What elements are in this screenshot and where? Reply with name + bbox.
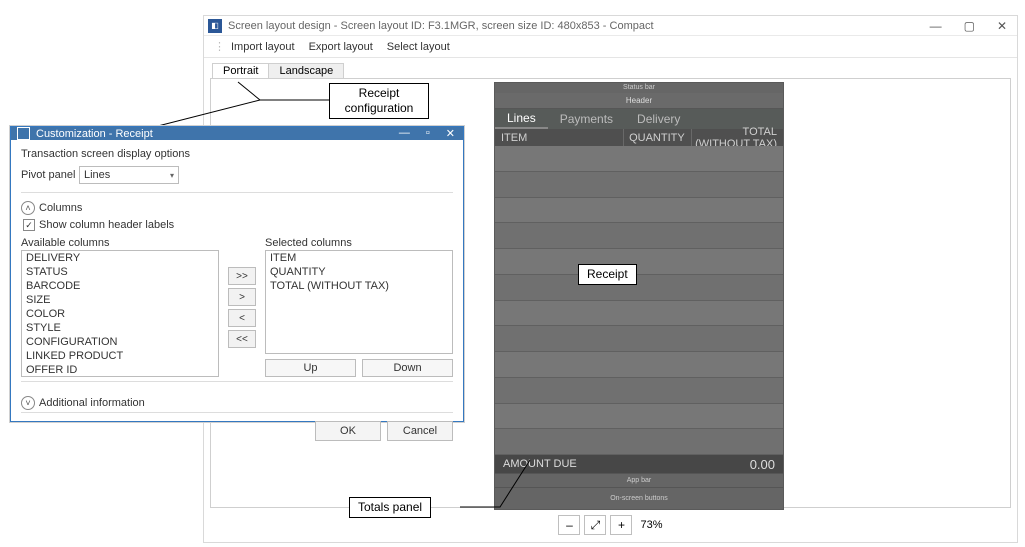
checkbox-icon: ✓ [23, 219, 35, 231]
list-item[interactable]: CONFIGURATION [22, 335, 218, 349]
preview-row [495, 326, 783, 352]
list-item[interactable]: STATUS [22, 265, 218, 279]
list-item[interactable]: ITEM [266, 251, 452, 265]
preview-rows [495, 146, 783, 455]
move-all-right-button[interactable]: >> [228, 267, 256, 285]
preview-row [495, 198, 783, 224]
preview-row [495, 223, 783, 249]
menu-export-layout[interactable]: Export layout [309, 41, 373, 53]
preview-row [495, 249, 783, 275]
dialog-close-button[interactable]: ✕ [446, 127, 455, 140]
dialog-minimize-button[interactable]: — [399, 127, 410, 140]
pivot-panel-label: Pivot panel [21, 169, 79, 181]
tab-portrait[interactable]: Portrait [212, 63, 269, 78]
zoom-controls: – ⤢ + 73% [210, 514, 1011, 536]
preview-column-headers: ITEM QUANTITY TOTAL (WITHOUT TAX) [495, 129, 783, 146]
minimize-button[interactable]: — [930, 20, 942, 32]
additional-information-header[interactable]: ˅ Additional information [21, 396, 453, 410]
preview-totals-panel: AMOUNT DUE 0.00 [495, 455, 783, 473]
titlebar: ◧ Screen layout design - Screen layout I… [204, 16, 1017, 36]
col-quantity: QUANTITY [623, 129, 691, 146]
preview-row [495, 429, 783, 455]
zoom-out-button[interactable]: – [558, 515, 580, 535]
list-item[interactable]: LINKED PRODUCT [22, 349, 218, 363]
list-item[interactable]: SIZE [22, 293, 218, 307]
dialog-subtitle: Transaction screen display options [21, 148, 453, 160]
preview-status-bar: Status bar [495, 83, 783, 93]
list-item[interactable]: QUANTITY [266, 265, 452, 279]
additional-information-label: Additional information [39, 397, 145, 409]
menu-select-layout[interactable]: Select layout [387, 41, 450, 53]
callout-totals-panel: Totals panel [349, 497, 431, 518]
list-item[interactable]: STYLE [22, 321, 218, 335]
selected-columns-list[interactable]: ITEM QUANTITY TOTAL (WITHOUT TAX) [265, 250, 453, 354]
list-item[interactable]: DELIVERY [22, 251, 218, 265]
preview-row [495, 301, 783, 327]
zoom-value: 73% [640, 519, 662, 531]
ok-button[interactable]: OK [315, 421, 381, 441]
chevron-down-icon: ▾ [170, 171, 174, 180]
dialog-titlebar: Customization - Receipt — ▫ ✕ [11, 127, 463, 140]
pivot-panel-select[interactable]: Lines ▾ [79, 166, 179, 184]
dialog-title: Customization - Receipt [36, 128, 399, 140]
preview-row [495, 378, 783, 404]
move-down-button[interactable]: Down [362, 359, 453, 377]
app-icon: ◧ [208, 19, 222, 33]
amount-due-label: AMOUNT DUE [495, 458, 750, 470]
amount-due-value: 0.00 [750, 457, 783, 472]
preview-tab-payments[interactable]: Payments [548, 112, 625, 126]
collapse-up-icon: ˄ [21, 201, 35, 215]
preview-tab-lines[interactable]: Lines [495, 109, 548, 129]
dialog-icon [17, 127, 30, 140]
preview-header: Header [495, 93, 783, 109]
list-item[interactable]: TOTAL (WITHOUT TAX) [266, 279, 452, 293]
pivot-panel-value: Lines [84, 169, 110, 181]
maximize-button[interactable]: ▢ [964, 20, 975, 32]
orientation-tabs: Portrait Landscape [210, 58, 1011, 78]
window-title: Screen layout design - Screen layout ID:… [228, 20, 930, 32]
col-item: ITEM [495, 132, 623, 144]
selected-columns-label: Selected columns [265, 237, 453, 249]
columns-group-header[interactable]: ˄ Columns [21, 201, 453, 215]
zoom-in-button[interactable]: + [610, 515, 632, 535]
zoom-fit-button[interactable]: ⤢ [584, 515, 606, 535]
preview-row [495, 146, 783, 172]
move-left-button[interactable]: < [228, 309, 256, 327]
move-right-button[interactable]: > [228, 288, 256, 306]
preview-row [495, 172, 783, 198]
show-column-header-checkbox[interactable]: ✓ Show column header labels [23, 219, 174, 231]
list-item[interactable]: COLOR [22, 307, 218, 321]
close-button[interactable]: ✕ [997, 20, 1007, 32]
tab-landscape[interactable]: Landscape [268, 63, 344, 78]
show-column-header-label: Show column header labels [39, 219, 174, 231]
available-columns-list[interactable]: DELIVERY STATUS BARCODE SIZE COLOR STYLE… [21, 250, 219, 377]
expand-down-icon: ˅ [21, 396, 35, 410]
list-item[interactable]: OFFER ID [22, 363, 218, 377]
menubar: ⋮ Import layout Export layout Select lay… [204, 36, 1017, 58]
callout-receipt-configuration: Receipt configuration [329, 83, 429, 119]
available-columns-label: Available columns [21, 237, 219, 249]
preview-row [495, 275, 783, 301]
preview-row [495, 352, 783, 378]
preview-os-buttons: On-screen buttons [495, 487, 783, 509]
device-preview: Status bar Header Lines Payments Deliver… [494, 82, 784, 510]
columns-header-label: Columns [39, 202, 82, 214]
preview-tab-delivery[interactable]: Delivery [625, 112, 692, 126]
move-all-left-button[interactable]: << [228, 330, 256, 348]
list-item[interactable]: BARCODE [22, 279, 218, 293]
customization-dialog: Customization - Receipt — ▫ ✕ Transactio… [10, 126, 464, 422]
move-up-button[interactable]: Up [265, 359, 356, 377]
preview-app-bar: App bar [495, 473, 783, 487]
cancel-button[interactable]: Cancel [387, 421, 453, 441]
callout-receipt: Receipt [578, 264, 637, 285]
menu-import-layout[interactable]: Import layout [231, 41, 295, 53]
preview-row [495, 404, 783, 430]
col-total: TOTAL (WITHOUT TAX) [691, 129, 783, 146]
dialog-maximize-button[interactable]: ▫ [426, 127, 430, 140]
